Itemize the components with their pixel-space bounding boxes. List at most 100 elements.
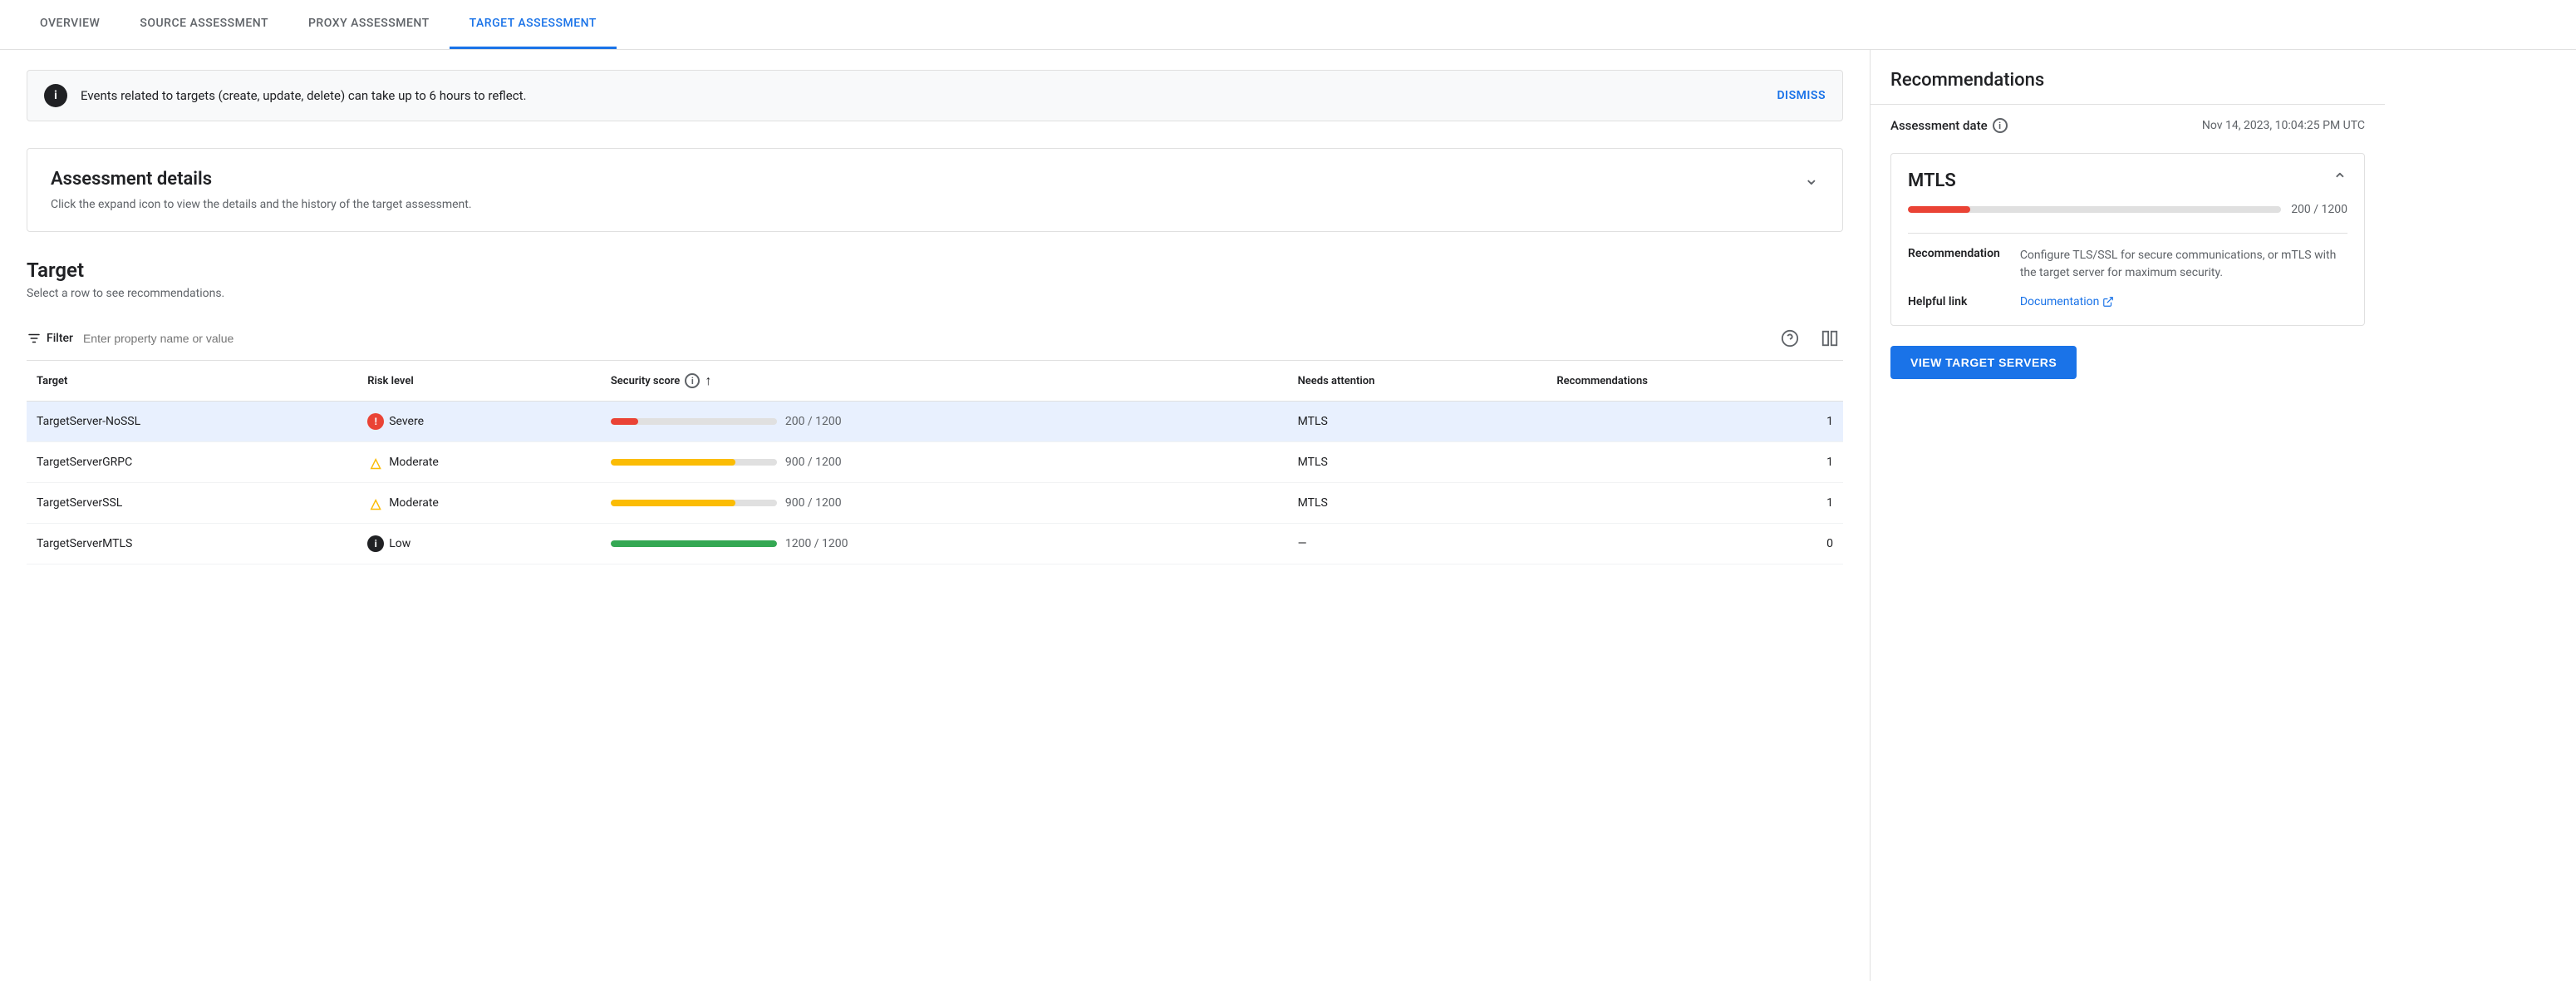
th-security-score: Security score i ↑	[601, 361, 1288, 402]
score-bar	[611, 540, 777, 547]
score-bar-fill	[611, 459, 735, 466]
tab-source-assessment[interactable]: SOURCE ASSESSMENT	[120, 0, 288, 49]
mtls-title: MTLS	[1908, 170, 1956, 191]
cell-risk-level: ! Severe	[357, 402, 601, 442]
cell-recommendations: 1	[1546, 402, 1843, 442]
risk-icon-moderate: △	[367, 454, 384, 471]
mtls-recommendation-value: Configure TLS/SSL for secure communicati…	[2020, 247, 2347, 282]
tab-overview[interactable]: OVERVIEW	[20, 0, 120, 49]
risk-badge: △ Moderate	[367, 495, 591, 511]
mtls-score-row: 200 / 1200	[1908, 203, 2347, 216]
tab-target-assessment[interactable]: TARGET ASSESSMENT	[450, 0, 617, 49]
risk-level-label: Moderate	[389, 496, 439, 510]
score-bar	[611, 418, 777, 425]
assessment-date-info-icon[interactable]: i	[1993, 118, 2008, 133]
cell-needs-attention: MTLS	[1288, 402, 1547, 442]
mtls-helpful-link-label: Helpful link	[1908, 295, 2000, 308]
th-risk-level: Risk level	[357, 361, 601, 402]
risk-badge: △Moderate	[367, 454, 591, 471]
filter-actions	[1777, 325, 1843, 352]
filter-icon-label[interactable]: Filter	[27, 331, 73, 346]
score-bar-container: 200 / 1200	[611, 415, 1278, 428]
score-label: 900 / 1200	[785, 456, 842, 469]
risk-icon-low: i	[367, 535, 384, 552]
mtls-score-label: 200 / 1200	[2291, 203, 2347, 216]
cell-target-name: TargetServerSSL	[27, 483, 357, 524]
mtls-card-header: MTLS ⌃	[1908, 170, 2347, 191]
cell-recommendations: 0	[1546, 524, 1843, 564]
risk-level-label: Severe	[389, 415, 424, 428]
content-area: i Events related to targets (create, upd…	[0, 50, 1870, 981]
table-row[interactable]: TargetServer-NoSSL! Severe 200 / 1200 MTLS1	[27, 402, 1843, 442]
risk-badge: i Low	[367, 535, 591, 552]
risk-badge: ! Severe	[367, 413, 591, 430]
info-banner: i Events related to targets (create, upd…	[27, 70, 1843, 121]
cell-security-score: 200 / 1200	[601, 402, 1288, 442]
risk-icon-severe: !	[367, 413, 384, 430]
filter-icon	[27, 331, 42, 346]
main-layout: i Events related to targets (create, upd…	[0, 50, 2576, 981]
mtls-recommendation-label: Recommendation	[1908, 247, 2000, 282]
cell-risk-level: i Low	[357, 524, 601, 564]
risk-icon-moderate: △	[367, 495, 384, 511]
score-label: 900 / 1200	[785, 496, 842, 510]
assessment-details-card: Assessment details ⌄ Click the expand ic…	[27, 148, 1843, 232]
mtls-card: MTLS ⌃ 200 / 1200 Recommendation Configu…	[1890, 153, 2365, 326]
columns-icon-button[interactable]	[1816, 325, 1843, 352]
cell-target-name: TargetServerMTLS	[27, 524, 357, 564]
th-needs-attention: Needs attention	[1288, 361, 1547, 402]
help-icon-button[interactable]	[1777, 325, 1803, 352]
filter-input[interactable]	[83, 332, 1777, 345]
table-row[interactable]: TargetServerMTLSiLow1200 / 1200—0	[27, 524, 1843, 564]
assessment-details-title: Assessment details	[51, 169, 212, 190]
security-score-info-icon[interactable]: i	[685, 373, 700, 388]
mtls-score-bar-fill	[1908, 206, 1970, 213]
cell-security-score: 900 / 1200	[601, 442, 1288, 483]
score-label: 1200 / 1200	[785, 537, 848, 550]
columns-icon	[1821, 329, 1839, 348]
cell-needs-attention: MTLS	[1288, 442, 1547, 483]
mtls-collapse-icon[interactable]: ⌃	[2333, 170, 2347, 191]
assessment-details-subtitle: Click the expand icon to view the detail…	[51, 198, 1819, 211]
assessment-date-value: Nov 14, 2023, 10:04:25 PM UTC	[2202, 119, 2365, 132]
cell-recommendations: 1	[1546, 442, 1843, 483]
table-row[interactable]: TargetServerGRPC△Moderate900 / 1200MTLS1	[27, 442, 1843, 483]
cell-security-score: 1200 / 1200	[601, 524, 1288, 564]
score-bar	[611, 500, 777, 506]
target-section-subtitle: Select a row to see recommendations.	[27, 287, 1843, 300]
cell-risk-level: △Moderate	[357, 442, 601, 483]
external-link-icon	[2102, 296, 2114, 308]
sort-icon[interactable]: ↑	[705, 372, 711, 389]
risk-level-label: Low	[389, 537, 410, 550]
cell-target-name: TargetServer-NoSSL	[27, 402, 357, 442]
expand-icon[interactable]: ⌄	[1804, 169, 1819, 190]
score-bar-container: 900 / 1200	[611, 496, 1278, 510]
filter-label: Filter	[47, 332, 73, 345]
table-body: TargetServer-NoSSL!Severe200 / 1200MTLS1…	[27, 402, 1843, 564]
right-sidebar: Recommendations Assessment date i Nov 14…	[1870, 50, 2385, 981]
tab-proxy-assessment[interactable]: PROXY ASSESSMENT	[288, 0, 450, 49]
sidebar-divider	[1871, 104, 2385, 105]
banner-info-icon: i	[44, 84, 67, 107]
sidebar-recommendations-title: Recommendations	[1890, 70, 2365, 91]
target-table: Target Risk level Security score i ↑	[27, 361, 1843, 564]
cell-security-score: 900 / 1200	[601, 483, 1288, 524]
score-bar-container: 1200 / 1200	[611, 537, 1278, 550]
table-row[interactable]: TargetServerSSL△Moderate900 / 1200MTLS1	[27, 483, 1843, 524]
target-section-title: Target	[27, 259, 1843, 282]
filter-bar: Filter	[27, 317, 1843, 361]
dismiss-button[interactable]: DISMISS	[1777, 89, 1826, 102]
help-icon	[1781, 329, 1799, 348]
cell-risk-level: △ Moderate	[357, 483, 601, 524]
score-bar	[611, 459, 777, 466]
view-target-servers-button[interactable]: VIEW TARGET SERVERS	[1890, 346, 2077, 379]
target-section: Target Select a row to see recommendatio…	[27, 259, 1843, 564]
mtls-score-bar	[1908, 206, 2281, 213]
th-recommendations: Recommendations	[1546, 361, 1843, 402]
th-target: Target	[27, 361, 357, 402]
mtls-detail-grid: Recommendation Configure TLS/SSL for sec…	[1908, 233, 2347, 308]
assessment-details-header: Assessment details ⌄	[51, 169, 1819, 190]
banner-text: Events related to targets (create, updat…	[81, 88, 1763, 103]
mtls-documentation-link[interactable]: Documentation	[2020, 295, 2347, 308]
score-bar-fill	[611, 418, 638, 425]
